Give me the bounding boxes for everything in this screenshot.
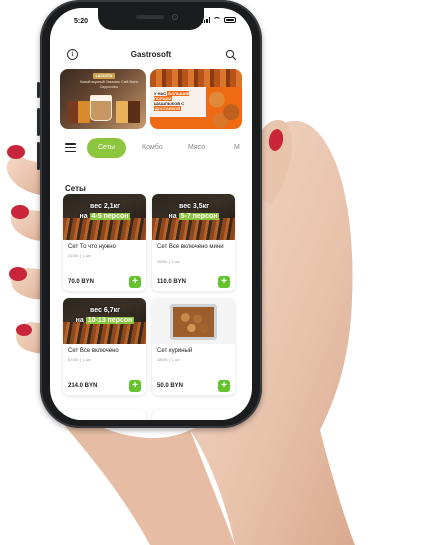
category-tab-active[interactable]: Сеты	[87, 138, 126, 158]
product-card[interactable]: вес 3,5кг на 5-7 персон Сет Все включено…	[152, 194, 235, 291]
front-camera	[172, 14, 178, 20]
weight-badge: вес 6,7кг на 10-13 персон	[75, 307, 135, 324]
weight-badge: вес 2,1кг на 4-5 персон	[79, 203, 131, 220]
product-card-partial[interactable]	[63, 410, 146, 420]
product-meta: 3500г. | 1 шт.	[157, 259, 181, 264]
banner-meat-image	[150, 69, 242, 87]
product-price: 50.0 BYN	[157, 383, 184, 389]
product-meta: 1800г. | 1 шт.	[157, 357, 181, 362]
product-image: вес 2,1кг на 4-5 персон	[63, 194, 146, 240]
product-image	[152, 298, 235, 344]
status-time: 5:20	[74, 18, 89, 25]
mute-switch	[37, 82, 40, 98]
app-header: i Gastrosoft	[50, 46, 252, 66]
banner-meat-image	[206, 87, 242, 129]
category-tab[interactable]: М	[234, 138, 240, 158]
product-price: 214.0 BYN	[68, 383, 98, 389]
promo-banner-coffee[interactable]: LACOSTA Новый вкусный Заказать Café Mari…	[60, 69, 146, 129]
product-card[interactable]: вес 2,1кг на 4-5 персон Сет То что нужно…	[63, 194, 146, 291]
notch	[98, 8, 204, 30]
volume-down-button	[37, 142, 40, 170]
product-name: Сет Все включено	[68, 348, 119, 354]
banner-brand: LACOSTA	[93, 73, 115, 79]
product-name: Сет То что нужно	[68, 244, 116, 250]
banner-text: У НАС БОЛЬШИЕ ПОРЦИИ ШАШЛЫКОВ С ДОСТАВКО…	[154, 91, 190, 111]
product-price: 110.0 BYN	[157, 279, 187, 285]
add-to-cart-button[interactable]: +	[129, 380, 141, 392]
section-title: Сеты	[65, 184, 86, 193]
weight-badge: вес 3,5кг на 5-7 персон	[168, 203, 220, 220]
app-title: Gastrosoft	[130, 50, 172, 59]
promo-banner-shashlik[interactable]: У НАС БОЛЬШИЕ ПОРЦИИ ШАШЛЫКОВ С ДОСТАВКО…	[150, 69, 242, 129]
search-icon[interactable]	[225, 49, 237, 61]
product-card-partial[interactable]	[152, 410, 235, 420]
product-image: вес 3,5кг на 5-7 персон	[152, 194, 235, 240]
wifi-icon	[213, 17, 221, 23]
product-image: вес 6,7кг на 10-13 персон	[63, 298, 146, 344]
menu-icon[interactable]	[65, 143, 76, 152]
product-card[interactable]: вес 6,7кг на 10-13 персон Сет Все включе…	[63, 298, 146, 395]
category-bar: Сеты Комбо Мясо М	[50, 138, 252, 158]
add-to-cart-button[interactable]: +	[218, 276, 230, 288]
phone-screen: 5:20 i Gastrosoft LACOSTA Новый вкусный …	[50, 8, 252, 420]
category-tab[interactable]: Комбо	[142, 138, 163, 158]
banner-text: Новый вкусный Заказать Café Mario Cappuc…	[79, 80, 139, 89]
product-meta: 2100г. | 1 шт.	[68, 253, 92, 258]
product-price: 70.0 BYN	[68, 279, 95, 285]
battery-icon	[224, 17, 236, 23]
add-to-cart-button[interactable]: +	[218, 380, 230, 392]
phone: 5:20 i Gastrosoft LACOSTA Новый вкусный …	[37, 0, 262, 428]
coffee-cup-image	[90, 95, 112, 121]
product-card[interactable]: Сет куриный 1800г. | 1 шт. 50.0 BYN +	[152, 298, 235, 395]
product-name: Сет куриный	[157, 348, 193, 354]
chicken-tray-image	[170, 304, 217, 340]
product-name: Сет Все включено мини	[157, 244, 224, 250]
product-meta: 6700г. | 1 шт.	[68, 357, 92, 362]
category-tab[interactable]: Мясо	[188, 138, 205, 158]
volume-up-button	[37, 108, 40, 136]
add-to-cart-button[interactable]: +	[129, 276, 141, 288]
